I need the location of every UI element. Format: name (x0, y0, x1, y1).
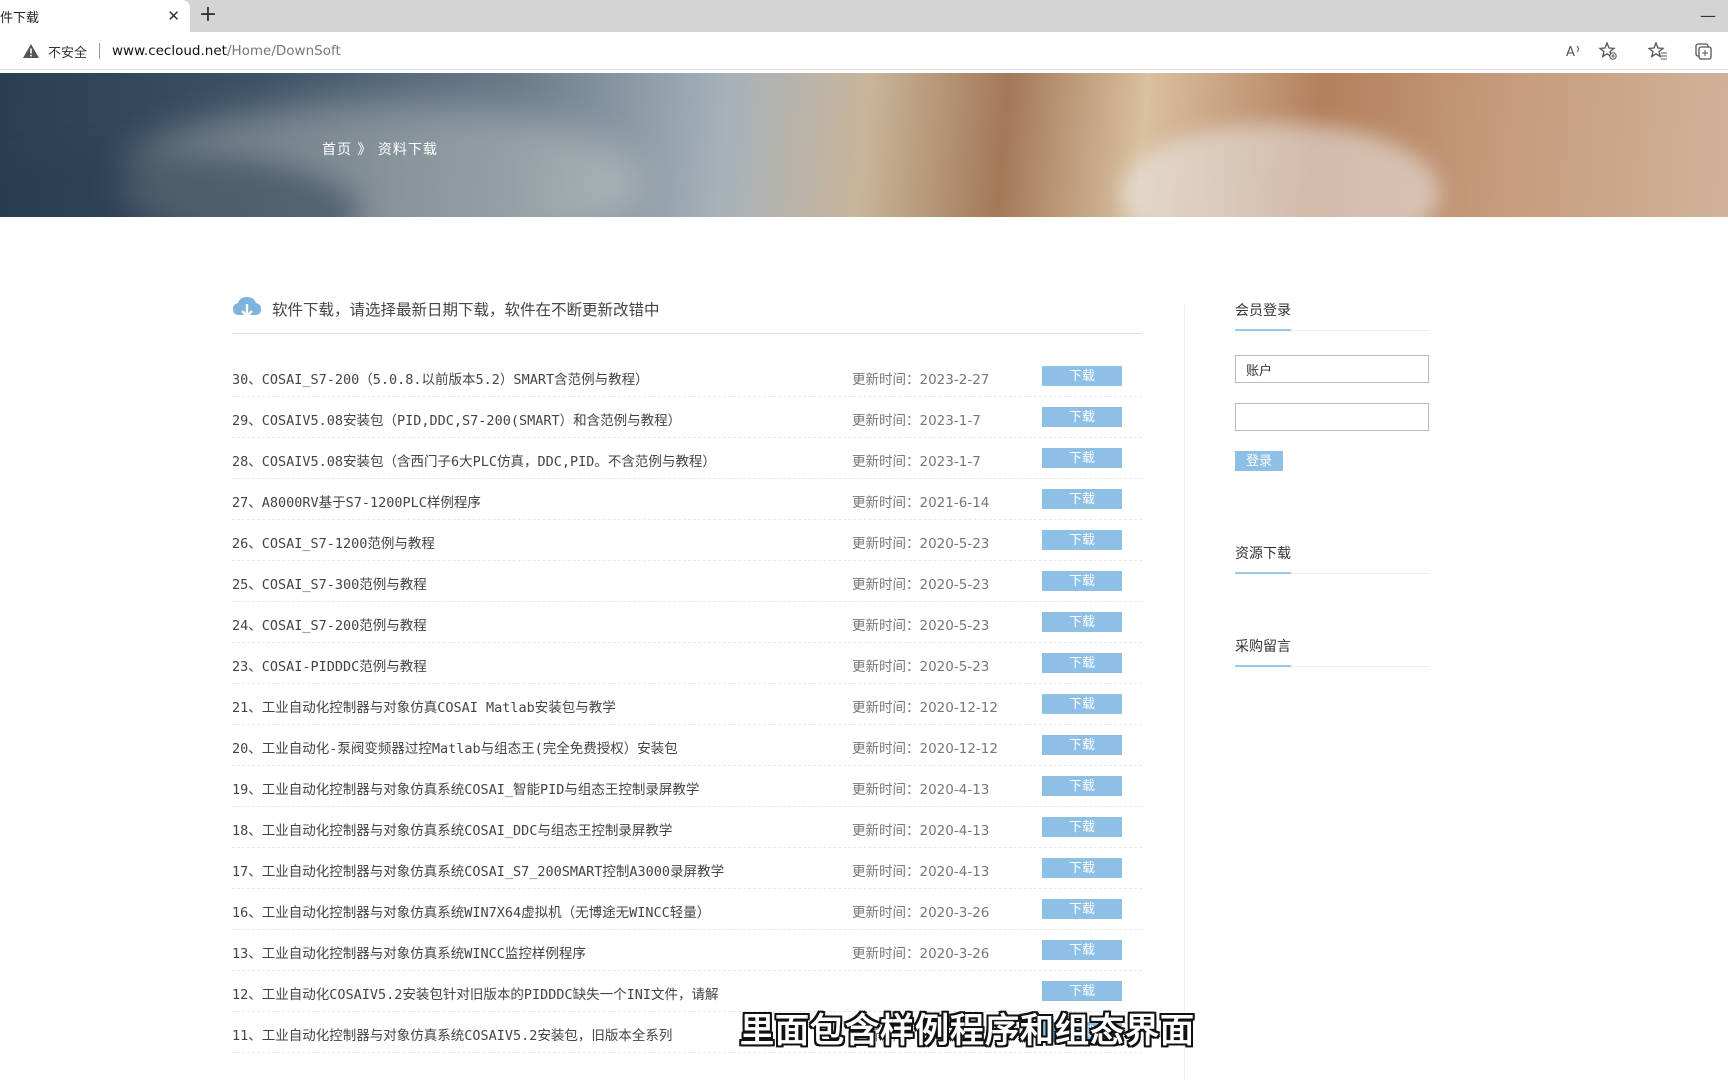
list-item: 16、工业自动化控制器与对象仿真系统WIN7X64虚拟机（无博途无WINCC轻量… (232, 889, 1142, 930)
url-path: /Home/DownSoft (226, 43, 341, 59)
item-date: 更新时间：2020-12-12 (852, 741, 998, 757)
download-button[interactable]: 下载 (1042, 407, 1122, 427)
video-subtitle: 里面包含样例程序和组态界面 (740, 1011, 1195, 1051)
list-item: 28、COSAIV5.08安装包（含西门子6大PLC仿真，DDC,PID。不含范… (232, 438, 1142, 479)
item-date: 更新时间：2020-5-23 (852, 536, 990, 552)
add-favorite-icon[interactable] (1598, 41, 1618, 61)
list-item: 25、COSAI_S7-300范例与教程 更新时间：2020-5-23 下载 (232, 561, 1142, 602)
new-tab-icon[interactable]: + (196, 4, 220, 28)
item-title[interactable]: 11、工业自动化控制器与对象仿真系统COSAIV5.2安装包，旧版本全系列 (232, 1024, 672, 1044)
list-item: 27、A8000RV基于S7-1200PLC样例程序 更新时间：2021-6-14… (232, 479, 1142, 520)
download-button[interactable]: 下载 (1042, 899, 1122, 919)
download-button[interactable]: 下载 (1042, 448, 1122, 468)
download-button[interactable]: 下载 (1042, 489, 1122, 509)
sidebar: 会员登录 登录 资源下载 采购留言 (1235, 300, 1430, 667)
download-button[interactable]: 下载 (1042, 858, 1122, 878)
download-button[interactable]: 下载 (1042, 571, 1122, 591)
read-aloud-icon[interactable]: A (1564, 41, 1584, 61)
item-title[interactable]: 26、COSAI_S7-1200范例与教程 (232, 532, 435, 552)
list-item: 13、工业自动化控制器与对象仿真系统WINCC监控样例程序 更新时间：2020-3… (232, 930, 1142, 971)
login-button[interactable]: 登录 (1235, 451, 1283, 471)
item-title[interactable]: 13、工业自动化控制器与对象仿真系统WINCC监控样例程序 (232, 942, 586, 962)
list-heading: 软件下载，请选择最新日期下载，软件在不断更新改错中 (232, 290, 1142, 334)
download-list: 软件下载，请选择最新日期下载，软件在不断更新改错中 30、COSAI_S7-20… (232, 290, 1142, 1053)
download-button[interactable]: 下载 (1042, 817, 1122, 837)
download-button[interactable]: 下载 (1042, 612, 1122, 632)
item-date: 更新时间：2020-3-26 (852, 905, 990, 921)
item-title[interactable]: 28、COSAIV5.08安装包（含西门子6大PLC仿真，DDC,PID。不含范… (232, 450, 716, 470)
surfboard (1120, 123, 1440, 217)
item-date: 更新时间：2023-1-7 (852, 413, 981, 429)
item-title[interactable]: 16、工业自动化控制器与对象仿真系统WIN7X64虚拟机（无博途无WINCC轻量… (232, 901, 710, 921)
collections-icon[interactable] (1693, 41, 1713, 61)
item-title[interactable]: 20、工业自动化-泵阀变频器过控Matlab与组态王(完全免费授权）安装包 (232, 737, 678, 757)
downloads-title[interactable]: 资源下载 (1235, 543, 1430, 574)
item-title[interactable]: 23、COSAI-PIDDDC范例与教程 (232, 655, 427, 675)
tab-close-icon[interactable]: ✕ (167, 7, 180, 25)
download-button[interactable]: 下载 (1042, 735, 1122, 755)
item-date: 更新时间：2020-3-26 (852, 946, 990, 962)
cloud-download-icon (233, 296, 261, 318)
item-title[interactable]: 30、COSAI_S7-200（5.0.8.以前版本5.2）SMART含范例与教… (232, 368, 649, 388)
item-title[interactable]: 27、A8000RV基于S7-1200PLC样例程序 (232, 491, 481, 511)
list-item: 21、工业自动化控制器与对象仿真COSAI Matlab安装包与教学 更新时间：2… (232, 684, 1142, 725)
download-button[interactable]: 下载 (1042, 940, 1122, 960)
item-title[interactable]: 12、工业自动化COSAIV5.2安装包针对旧版本的PIDDDC缺失一个INI文… (232, 983, 719, 1003)
item-title[interactable]: 24、COSAI_S7-200范例与教程 (232, 614, 427, 634)
warning-icon[interactable] (22, 43, 40, 59)
breadcrumb[interactable]: 首页 》 资料下载 (322, 139, 438, 159)
list-item: 17、工业自动化控制器与对象仿真系统COSAI_S7_200SMART控制A30… (232, 848, 1142, 889)
password-field[interactable] (1235, 403, 1429, 431)
favorites-icon[interactable] (1647, 41, 1668, 61)
list-item: 26、COSAI_S7-1200范例与教程 更新时间：2020-5-23 下载 (232, 520, 1142, 561)
item-date: 更新时间：2020-5-23 (852, 577, 990, 593)
tab-title: 件下载 (0, 10, 40, 26)
list-item: 29、COSAIV5.08安装包（PID,DDC,S7-200(SMART）和含… (232, 397, 1142, 438)
url-separator (99, 43, 101, 59)
item-title[interactable]: 19、工业自动化控制器与对象仿真系统COSAI_智能PID与组态王控制录屏教学 (232, 778, 699, 798)
list-item: 24、COSAI_S7-200范例与教程 更新时间：2020-5-23 下载 (232, 602, 1142, 643)
item-date: 更新时间：2020-5-23 (852, 618, 990, 634)
address-bar: 不安全 www.cecloud.net /Home/DownSoft A (0, 32, 1728, 70)
download-rows: 30、COSAI_S7-200（5.0.8.以前版本5.2）SMART含范例与教… (232, 356, 1142, 1053)
item-date: 更新时间：2023-2-27 (852, 372, 990, 388)
hero-banner (0, 73, 1728, 217)
url-field[interactable]: 不安全 www.cecloud.net /Home/DownSoft (8, 36, 1568, 66)
list-item: 20、工业自动化-泵阀变频器过控Matlab与组态王(完全免费授权）安装包 更新时… (232, 725, 1142, 766)
item-date: 更新时间：2020-12-12 (852, 700, 998, 716)
item-date: 更新时间：2020-4-13 (852, 782, 990, 798)
item-date: 更新时间：2020-4-13 (852, 864, 990, 880)
list-heading-text: 软件下载，请选择最新日期下载，软件在不断更新改错中 (272, 300, 660, 319)
list-item: 19、工业自动化控制器与对象仿真系统COSAI_智能PID与组态王控制录屏教学 更… (232, 766, 1142, 807)
list-item: 18、工业自动化控制器与对象仿真系统COSAI_DDC与组态王控制录屏教学 更新时… (232, 807, 1142, 848)
list-item: 30、COSAI_S7-200（5.0.8.以前版本5.2）SMART含范例与教… (232, 356, 1142, 397)
tab-strip: 件下载 ✕ + — (0, 0, 1728, 32)
browser-tab[interactable]: 件下载 ✕ (0, 0, 190, 32)
item-date: 更新时间：2021-6-14 (852, 495, 990, 511)
item-title[interactable]: 29、COSAIV5.08安装包（PID,DDC,S7-200(SMART）和含… (232, 409, 681, 429)
insecure-label[interactable]: 不安全 (48, 42, 87, 61)
login-title: 会员登录 (1235, 300, 1430, 331)
item-date: 更新时间：2020-4-13 (852, 823, 990, 839)
message-title[interactable]: 采购留言 (1235, 636, 1430, 667)
item-title[interactable]: 25、COSAI_S7-300范例与教程 (232, 573, 427, 593)
column-divider (1184, 305, 1185, 1080)
account-field[interactable] (1235, 355, 1429, 383)
download-button[interactable]: 下载 (1042, 366, 1122, 386)
url-host: www.cecloud.net (112, 43, 227, 59)
download-button[interactable]: 下载 (1042, 776, 1122, 796)
item-date: 更新时间：2020-5-23 (852, 659, 990, 675)
download-button[interactable]: 下载 (1042, 530, 1122, 550)
download-button[interactable]: 下载 (1042, 653, 1122, 673)
download-button[interactable]: 下载 (1042, 981, 1122, 1001)
list-item: 23、COSAI-PIDDDC范例与教程 更新时间：2020-5-23 下载 (232, 643, 1142, 684)
item-date: 更新时间：2023-1-7 (852, 454, 981, 470)
item-title[interactable]: 17、工业自动化控制器与对象仿真系统COSAI_S7_200SMART控制A30… (232, 860, 724, 880)
svg-text:A: A (1566, 45, 1575, 60)
minimize-icon[interactable]: — (1700, 6, 1716, 25)
download-button[interactable]: 下载 (1042, 694, 1122, 714)
item-title[interactable]: 18、工业自动化控制器与对象仿真系统COSAI_DDC与组态王控制录屏教学 (232, 819, 672, 839)
item-title[interactable]: 21、工业自动化控制器与对象仿真COSAI Matlab安装包与教学 (232, 696, 616, 716)
